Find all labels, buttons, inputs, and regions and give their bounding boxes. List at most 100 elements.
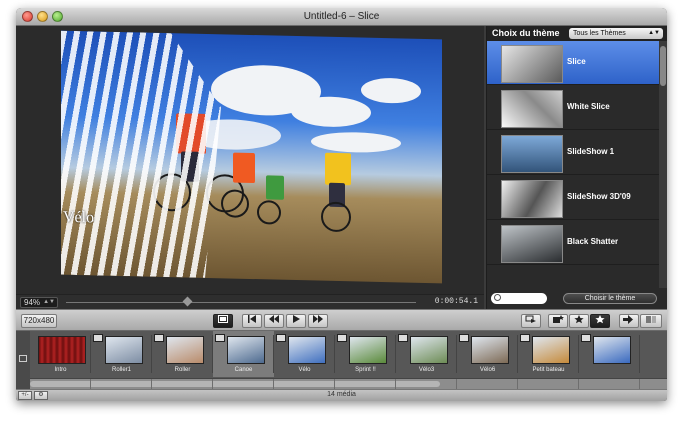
play-icon	[293, 315, 300, 323]
scroll-cell	[274, 379, 335, 389]
theme-label: SlideShow 3D'09	[567, 192, 631, 201]
scroll-cell	[152, 379, 213, 389]
export-button[interactable]	[619, 314, 639, 328]
photo-badge-icon	[337, 334, 347, 342]
clip-label: Vélo3	[418, 367, 435, 373]
fullscreen-preview-button[interactable]	[213, 314, 233, 328]
theme-search-field[interactable]	[491, 293, 547, 304]
theme-list-scrollbar[interactable]	[659, 41, 667, 288]
screen-icon	[218, 315, 228, 323]
theme-label: SlideShow 1	[567, 147, 615, 156]
theme-thumbnail	[501, 135, 563, 173]
media-clip[interactable]	[579, 331, 640, 377]
slideshow-preview[interactable]: Vélo	[16, 26, 484, 294]
zoom-level-select[interactable]: 94% ▲▼	[20, 297, 58, 308]
search-icon	[494, 294, 501, 301]
clip-thumbnail	[532, 336, 570, 364]
theme-item[interactable]: Black Shatter	[487, 221, 660, 265]
media-clip[interactable]: Intro	[30, 331, 91, 377]
clip-thumbnail	[410, 336, 448, 364]
scroll-cell	[457, 379, 518, 389]
media-clip[interactable]: Vélo3	[396, 331, 457, 377]
scroll-cell	[396, 379, 457, 389]
preview-scrubber-bar: 94% ▲▼ 0:00:54.1	[16, 294, 484, 309]
title-bar[interactable]: Untitled-6 – Slice	[16, 8, 667, 26]
scroll-cell	[518, 379, 579, 389]
share-icon	[646, 316, 656, 323]
clip-label: Canoe	[234, 367, 253, 373]
media-clip[interactable]: Roller	[152, 331, 213, 377]
sync-button[interactable]	[521, 314, 541, 328]
theme-thumbnail	[501, 45, 563, 83]
photo-badge-icon	[93, 334, 103, 342]
theme-panel-header: Choix du thème Tous les Thèmes ▲▼	[487, 26, 667, 41]
clip-thumbnail	[105, 336, 143, 364]
media-clip[interactable]: Canoe	[213, 331, 274, 377]
add-stars-button[interactable]	[569, 314, 589, 328]
slice-transition-overlay	[61, 31, 261, 280]
theme-label: White Slice	[567, 102, 610, 111]
slides-icon	[19, 355, 27, 362]
theme-label: Slice	[567, 57, 586, 66]
photo-badge-icon	[459, 334, 469, 342]
clip-label: Roller	[174, 367, 191, 373]
slide-caption: Vélo	[63, 208, 95, 227]
clip-thumbnail	[471, 336, 509, 364]
scrub-track[interactable]	[66, 302, 416, 303]
theme-thumbnail	[501, 225, 563, 263]
play-button[interactable]	[286, 314, 306, 328]
theme-item[interactable]: SlideShow 3D'09	[487, 176, 660, 220]
photo-badge-icon	[154, 334, 164, 342]
media-clip[interactable]: Sprint !!	[335, 331, 396, 377]
updown-arrows-icon: ▲▼	[43, 299, 55, 305]
theme-item[interactable]: Slice	[487, 41, 660, 85]
clip-label: Roller1	[111, 367, 131, 373]
playhead-knob[interactable]	[182, 296, 193, 307]
media-clip[interactable]: Roller1	[91, 331, 152, 377]
clip-divider	[639, 335, 640, 373]
theme-thumbnail	[501, 180, 563, 218]
clip-label: Petit bateau	[532, 367, 565, 373]
theme-item[interactable]: White Slice	[487, 86, 660, 130]
choose-theme-button[interactable]: Choisir le thème	[563, 293, 657, 304]
timeline-sidebar	[16, 331, 30, 389]
media-count: 14 média	[327, 391, 356, 398]
stars-icon	[574, 315, 584, 324]
skip-to-start-icon	[248, 315, 256, 323]
scroll-cell	[91, 379, 152, 389]
add-effect-button[interactable]	[548, 314, 568, 328]
photo-badge-icon	[276, 334, 286, 342]
next-slide-button[interactable]	[308, 314, 328, 328]
status-bar: +/- ⚙ 14 média	[16, 389, 667, 401]
window-title: Untitled-6 – Slice	[303, 11, 380, 22]
clip-thumbnail	[227, 336, 265, 364]
clip-thumbnail	[166, 336, 204, 364]
theme-panel-title: Choix du thème	[492, 28, 560, 38]
updown-arrows-icon: ▲▼	[648, 30, 660, 36]
theme-item[interactable]: SlideShow 1	[487, 131, 660, 175]
theme-filter-select[interactable]: Tous les Thèmes ▲▼	[569, 28, 663, 39]
media-clip[interactable]: Vélo6	[457, 331, 518, 377]
share-button[interactable]	[640, 314, 662, 328]
photo-badge-icon	[581, 334, 591, 342]
scroll-cell	[335, 379, 396, 389]
timeline-scrollbar[interactable]	[30, 378, 667, 389]
slideshow-size-button[interactable]: 720x480	[21, 314, 57, 328]
clip-thumbnail	[349, 336, 387, 364]
scroll-cell	[213, 379, 274, 389]
media-clip[interactable]: Petit bateau	[518, 331, 579, 377]
scrollbar-thumb[interactable]	[660, 46, 666, 86]
theme-panel-footer: Choisir le thème	[487, 288, 667, 309]
themes-button[interactable]	[590, 314, 610, 328]
clip-label: Vélo6	[479, 367, 496, 373]
timecode: 0:00:54.1	[434, 297, 478, 306]
media-clip[interactable]: Vélo	[274, 331, 335, 377]
photo-badge-icon	[520, 334, 530, 342]
previous-slide-button[interactable]	[264, 314, 284, 328]
theme-list: Slice White Slice SlideShow 1 SlideShow …	[487, 41, 660, 288]
zoom-level-value: 94%	[24, 298, 41, 307]
clip-label: Sprint !!	[355, 367, 376, 373]
clip-label: Intro	[54, 367, 67, 373]
go-to-start-button[interactable]	[242, 314, 262, 328]
theme-label: Black Shatter	[567, 237, 619, 246]
